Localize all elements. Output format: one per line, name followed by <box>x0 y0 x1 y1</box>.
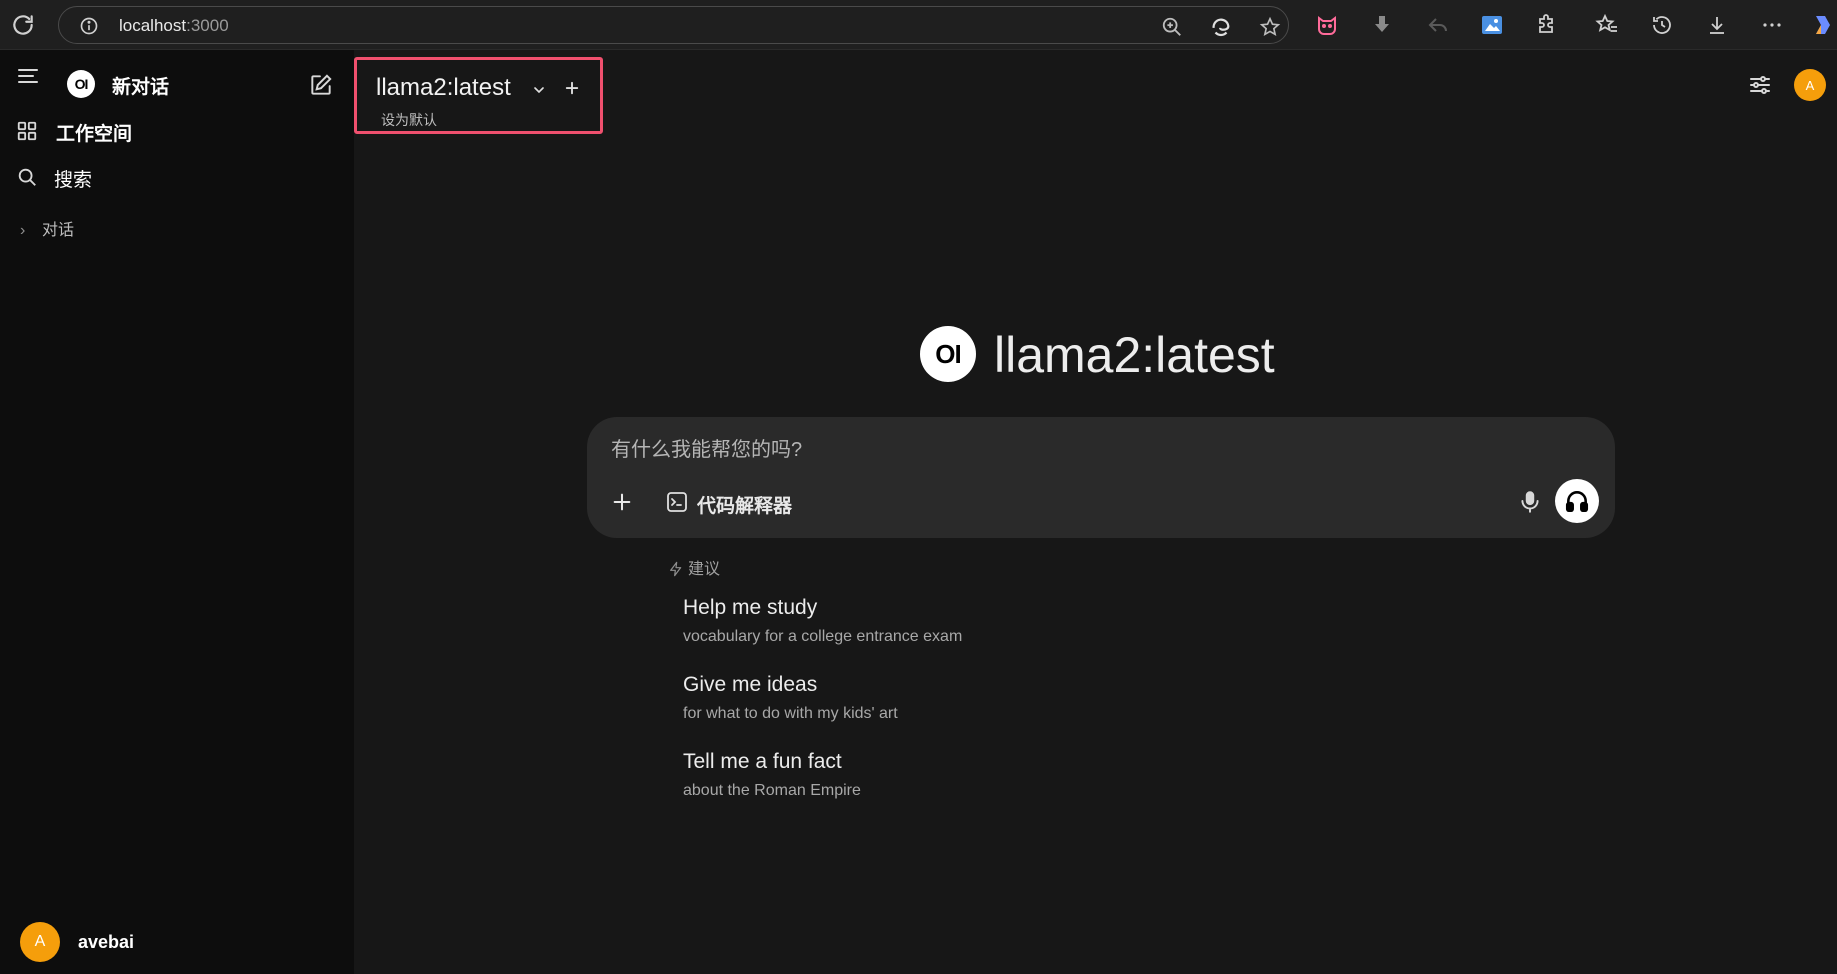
top-avatar[interactable]: A <box>1794 69 1826 101</box>
controls-sliders-icon[interactable] <box>1748 73 1772 97</box>
favorite-star-icon[interactable] <box>1259 16 1281 38</box>
more-icon[interactable] <box>1760 13 1784 37</box>
zoom-icon[interactable] <box>1161 16 1183 38</box>
sidebar-item-label: 工作空间 <box>56 124 133 145</box>
chevron-down-icon[interactable] <box>531 82 547 98</box>
site-info-icon[interactable] <box>79 16 99 36</box>
chats-folder-toggle[interactable]: › 对话 <box>20 216 74 240</box>
chat-composer: 代码解释器 <box>587 417 1615 538</box>
suggestion-item[interactable]: Help me study vocabulary for a college e… <box>683 596 1083 658</box>
browser-toolbar: localhost:3000 <box>0 0 1837 50</box>
suggestions-heading: 建议 <box>668 555 720 579</box>
suggestion-title: Tell me a fun fact <box>683 750 842 773</box>
sidebar-item-search[interactable]: 搜索 <box>0 156 354 196</box>
set-default-link[interactable]: 设为默认 <box>381 110 437 130</box>
reply-icon[interactable] <box>1426 13 1450 37</box>
chevron-right-icon: › <box>20 222 26 239</box>
hero-model-title: llama2:latest <box>994 327 1275 383</box>
headphones-icon <box>1565 491 1589 513</box>
extension-cat-icon[interactable] <box>1315 13 1339 37</box>
suggestion-title: Give me ideas <box>683 673 818 696</box>
favorites-icon[interactable] <box>1595 13 1619 37</box>
search-icon <box>18 168 36 186</box>
bolt-icon <box>670 561 682 577</box>
username: avebai <box>78 932 135 952</box>
voice-mode-button[interactable] <box>1555 479 1599 523</box>
terminal-icon <box>667 492 687 512</box>
hero-logo: OI <box>920 326 976 382</box>
download-arrow-icon[interactable] <box>1370 13 1394 37</box>
history-icon[interactable] <box>1650 13 1674 37</box>
downloads-icon[interactable] <box>1705 13 1729 37</box>
new-chat-label[interactable]: 新对话 <box>112 72 169 99</box>
code-interpreter-label: 代码解释器 <box>697 496 793 517</box>
edge-icon[interactable] <box>1210 16 1232 38</box>
user-menu[interactable]: A avebai <box>20 922 340 966</box>
suggestion-subtitle: vocabulary for a college entrance exam <box>683 628 963 645</box>
suggestion-title: Help me study <box>683 596 818 619</box>
extensions-puzzle-icon[interactable] <box>1535 13 1559 37</box>
sidebar-item-workspace[interactable]: 工作空间 <box>0 110 354 150</box>
suggestion-subtitle: about the Roman Empire <box>683 782 861 799</box>
suggestion-subtitle: for what to do with my kids' art <box>683 705 898 722</box>
model-selector[interactable]: llama2:latest 设为默认 <box>354 57 603 134</box>
suggestion-item[interactable]: Tell me a fun fact about the Roman Empir… <box>683 750 1083 812</box>
model-name[interactable]: llama2:latest <box>376 74 511 102</box>
sidebar-item-label: 搜索 <box>54 170 93 191</box>
address-bar[interactable]: localhost:3000 <box>58 6 1289 44</box>
chats-label: 对话 <box>42 222 75 239</box>
add-model-icon[interactable] <box>563 79 581 97</box>
sidebar: OI 新对话 工作空间 搜索 › 对话 A avebai <box>0 50 354 974</box>
grid-icon <box>17 121 37 141</box>
new-chat-edit-icon[interactable] <box>308 72 334 98</box>
suggestion-item[interactable]: Give me ideas for what to do with my kid… <box>683 673 1083 735</box>
reload-icon[interactable] <box>10 12 36 38</box>
sidebar-toggle-icon[interactable] <box>16 64 40 88</box>
plus-icon[interactable] <box>611 491 633 513</box>
url-text[interactable]: localhost:3000 <box>119 16 229 36</box>
microphone-icon[interactable] <box>1517 489 1543 515</box>
image-extension-icon[interactable] <box>1480 13 1504 37</box>
copilot-icon[interactable] <box>1810 13 1834 37</box>
message-input[interactable] <box>611 435 1511 465</box>
app-logo: OI <box>67 70 95 98</box>
avatar: A <box>20 922 60 962</box>
